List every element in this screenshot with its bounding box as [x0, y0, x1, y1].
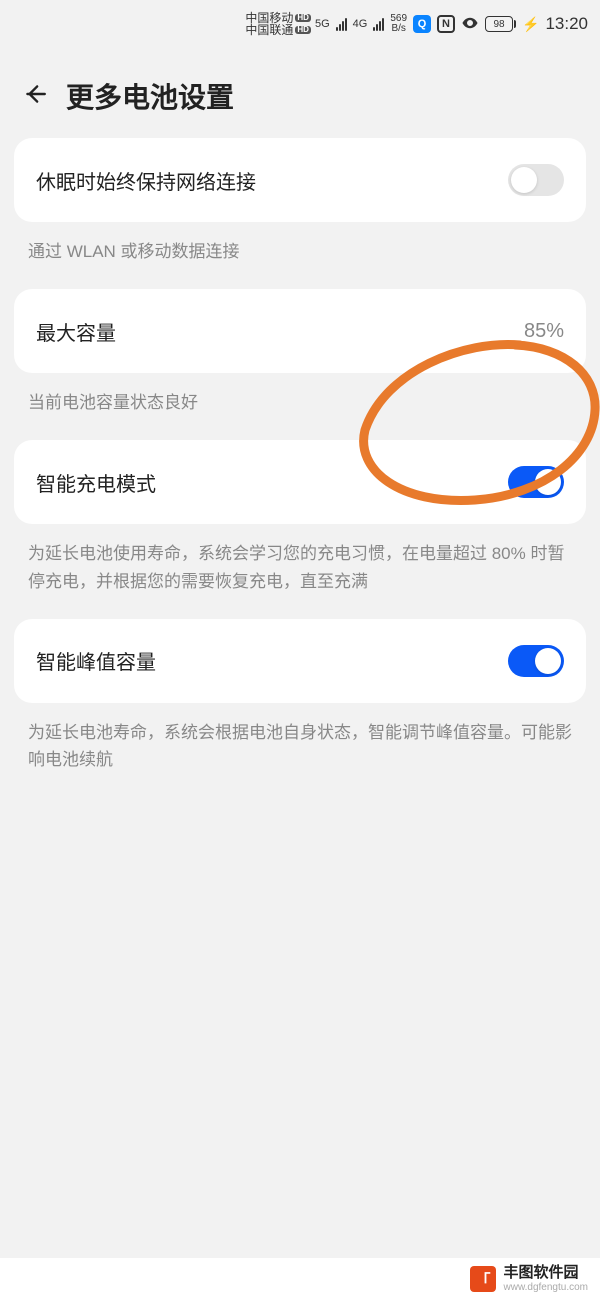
card-max-capacity: 最大容量 85%: [14, 289, 586, 373]
row-smart-peak[interactable]: 智能峰值容量: [14, 619, 586, 703]
label-smart-peak: 智能峰值容量: [36, 646, 156, 675]
nfc-icon: N: [437, 15, 455, 33]
card-network-sleep: 休眠时始终保持网络连接: [14, 138, 586, 222]
signal-bars-icon: [336, 17, 347, 31]
page-title: 更多电池设置: [66, 76, 234, 116]
footer-logo-icon: 「: [470, 1266, 496, 1292]
row-network-sleep[interactable]: 休眠时始终保持网络连接: [14, 138, 586, 222]
network-5g-label: 5G: [315, 18, 330, 30]
subtext-max-capacity: 当前电池容量状态良好: [0, 373, 600, 440]
hd-badge: HD: [295, 14, 311, 22]
charging-bolt-icon: ⚡: [522, 16, 539, 33]
label-max-capacity: 最大容量: [36, 317, 116, 346]
search-icon: Q: [413, 15, 431, 33]
hd-badge: HD: [295, 26, 311, 34]
footer-site-url: www.dgfengtu.com: [504, 1282, 589, 1293]
toggle-smart-charging[interactable]: [508, 466, 564, 498]
back-button[interactable]: [22, 81, 48, 112]
toggle-smart-peak[interactable]: [508, 645, 564, 677]
subtext-network-sleep: 通过 WLAN 或移动数据连接: [0, 222, 600, 289]
eye-comfort-icon: [461, 14, 479, 35]
page-header: 更多电池设置: [0, 48, 600, 138]
label-smart-charging: 智能充电模式: [36, 468, 156, 497]
subtext-smart-peak: 为延长电池寿命，系统会根据电池自身状态，智能调节峰值容量。可能影响电池续航: [0, 703, 600, 797]
card-smart-peak: 智能峰值容量: [14, 619, 586, 703]
footer-site-name: 丰图软件园: [504, 1265, 589, 1282]
row-smart-charging[interactable]: 智能充电模式: [14, 440, 586, 524]
row-max-capacity[interactable]: 最大容量 85%: [14, 289, 586, 373]
data-rate: 569B/s: [390, 14, 407, 34]
value-max-capacity: 85%: [524, 320, 564, 343]
carrier-labels: 中国移动HD 中国联通HD: [245, 12, 311, 36]
network-4g-label: 4G: [353, 18, 368, 30]
status-bar: 中国移动HD 中国联通HD 5G 4G 569B/s Q N 98 ⚡ 13:2…: [0, 0, 600, 48]
toggle-network-sleep[interactable]: [508, 164, 564, 196]
label-network-sleep: 休眠时始终保持网络连接: [36, 166, 256, 195]
clock: 13:20: [545, 14, 588, 34]
footer-watermark: 「 丰图软件园 www.dgfengtu.com: [0, 1258, 600, 1300]
signal-bars-icon: [373, 17, 384, 31]
battery-icon: 98: [485, 16, 516, 32]
card-smart-charging: 智能充电模式: [14, 440, 586, 524]
subtext-smart-charging: 为延长电池使用寿命，系统会学习您的充电习惯，在电量超过 80% 时暂停充电，并根…: [0, 524, 600, 618]
